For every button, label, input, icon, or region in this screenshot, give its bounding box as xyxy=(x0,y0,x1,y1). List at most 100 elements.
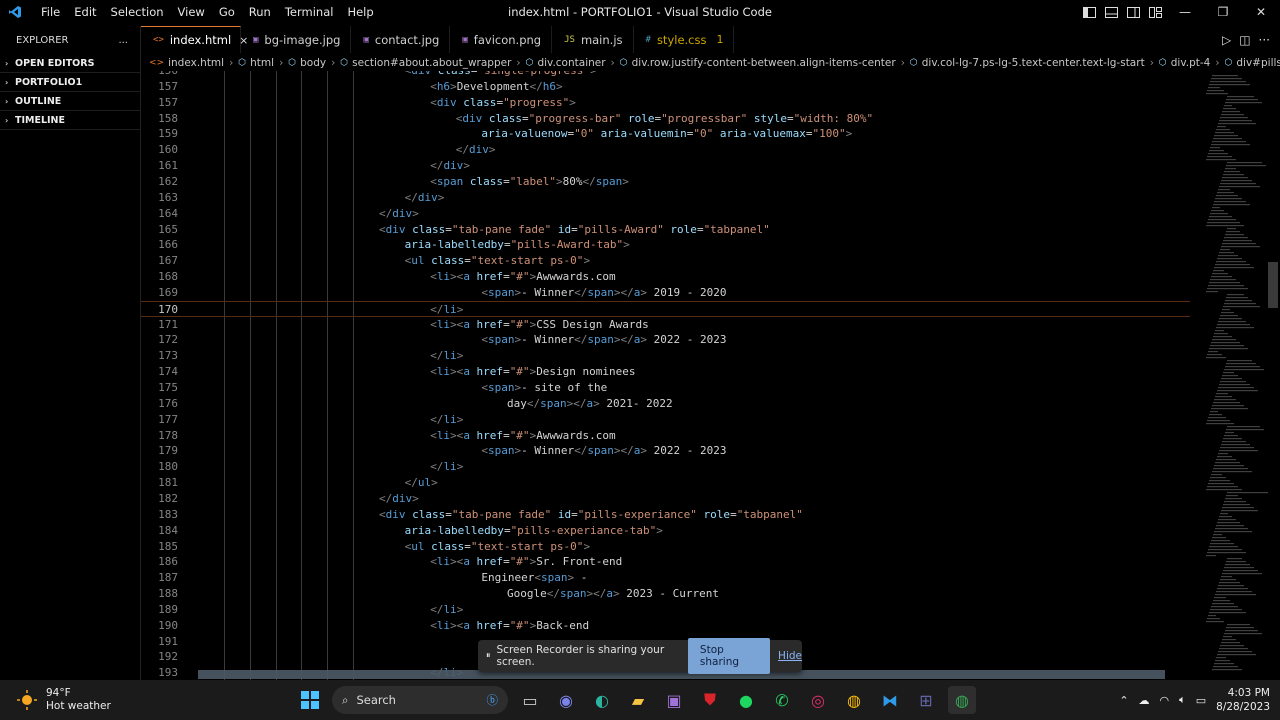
edge-icon[interactable]: ◐ xyxy=(588,686,616,714)
code-line[interactable]: 187 Engineer<span> - xyxy=(141,570,1190,586)
tab-style-css[interactable]: # style.css 1 xyxy=(634,26,735,53)
breadcrumb-item[interactable]: › ⬡div#pills-tabContent xyxy=(1210,57,1280,69)
code-line[interactable]: 159 aria-valuenow="0" aria-valuemin="0" a… xyxy=(141,126,1190,142)
maximize-button[interactable]: ❐ xyxy=(1204,0,1242,24)
breadcrumb-item[interactable]: › ⬡ div.col-lg-7.ps-lg-5.text-center.text-… xyxy=(896,57,1145,69)
chrome-active-icon[interactable]: ◍ xyxy=(948,686,976,714)
menu-item-selection[interactable]: Selection xyxy=(104,5,171,19)
breadcrumb-item[interactable]: › ⬡ body xyxy=(274,57,326,69)
minimize-button[interactable]: — xyxy=(1166,0,1204,24)
wifi-icon[interactable]: ◠ xyxy=(1160,694,1170,707)
menu-item-go[interactable]: Go xyxy=(212,5,242,19)
code-line[interactable]: 163 </div> xyxy=(141,190,1190,206)
task-view-icon[interactable]: ▭ xyxy=(516,686,544,714)
menu-item-edit[interactable]: Edit xyxy=(67,5,103,19)
code-line[interactable]: 164 </div> xyxy=(141,206,1190,222)
menu-item-file[interactable]: File xyxy=(34,5,67,19)
tab-bg-image-jpg[interactable]: ▣ bg-image.jpg xyxy=(241,26,352,53)
sidebar-section-timeline[interactable]: › TIMELINE xyxy=(0,111,140,130)
more-actions-icon[interactable]: ... xyxy=(118,35,128,46)
code-line[interactable]: 168 <li><a href="#">Awwwards.com xyxy=(141,269,1190,285)
volume-icon[interactable]: 🔈︎ xyxy=(1179,693,1186,707)
spotify-icon[interactable]: ● xyxy=(732,686,760,714)
code-line[interactable]: 161 </div> xyxy=(141,158,1190,174)
tab-index-html[interactable]: <> index.html × xyxy=(141,26,248,53)
code-line[interactable]: 169 <span>- Winner</span></a> 2019 - 2020 xyxy=(141,285,1190,301)
stop-sharing-button[interactable]: Stop sharing xyxy=(687,638,771,674)
whatsapp-icon[interactable]: ✆ xyxy=(768,686,796,714)
breadcrumb-item[interactable]: › ⬡ html xyxy=(224,57,274,69)
teams-chat-icon[interactable]: ◉ xyxy=(552,686,580,714)
code-line[interactable]: 188 Google</span></a> 2023 - Current xyxy=(141,586,1190,602)
chevron-up-icon[interactable]: ⌃ xyxy=(1119,694,1128,707)
code-line[interactable]: 173 </li> xyxy=(141,348,1190,364)
menu-item-terminal[interactable]: Terminal xyxy=(278,5,341,19)
breadcrumb-item[interactable]: › ⬡ div.row.justify-content-between.align-… xyxy=(606,57,896,69)
battery-icon[interactable]: ▭ xyxy=(1196,694,1206,707)
toggle-panel-icon[interactable] xyxy=(1100,0,1122,24)
code-line[interactable]: 174 <li><a href="#">Design nominees xyxy=(141,364,1190,380)
breadcrumb-item[interactable]: › ⬡ div.container xyxy=(511,57,605,69)
code-line[interactable]: 176 day</span></a> 2021- 2022 xyxy=(141,396,1190,412)
file-explorer-icon[interactable]: ▰ xyxy=(624,686,652,714)
code-line[interactable]: 180 </li> xyxy=(141,459,1190,475)
code-line[interactable]: 171 <li><a href="#">CSS Design Awards xyxy=(141,317,1190,333)
code-line[interactable]: 166 aria-labelledby="pills-Award-tab"> xyxy=(141,237,1190,253)
visual-studio-icon[interactable]: ▣ xyxy=(660,686,688,714)
code-line[interactable]: 178 <li><a href="#">Awwwards.com xyxy=(141,428,1190,444)
tab-favicon-png[interactable]: ▣ favicon.png xyxy=(450,26,553,53)
code-line[interactable]: 183 <div class="tab-pane fade" id="pills-… xyxy=(141,507,1190,523)
code-editor[interactable]: 156<div class="single-progress">157<h6>D… xyxy=(141,71,1200,680)
vertical-scrollbar[interactable] xyxy=(1268,262,1278,308)
more-editor-actions-icon[interactable]: ··· xyxy=(1259,33,1270,47)
code-line[interactable]: 182 </div> xyxy=(141,491,1190,507)
close-window-button[interactable]: ✕ xyxy=(1242,0,1280,24)
tab-contact-jpg[interactable]: ▣ contact.jpg xyxy=(351,26,451,53)
weather-widget[interactable]: 94°F Hot weather xyxy=(0,687,216,713)
chrome-icon[interactable]: ◍ xyxy=(840,686,868,714)
code-line[interactable]: 179 <span>- Winner</span></a> 2022 - 2023 xyxy=(141,443,1190,459)
breadcrumb-item[interactable]: › ⬡ section#about.about_wrapper xyxy=(326,57,511,69)
vscode-taskbar-icon[interactable]: ⧓ xyxy=(876,686,904,714)
code-line[interactable]: 185 <ul class="text-start ps-0"> xyxy=(141,539,1190,555)
sidebar-section-portfolio1[interactable]: › PORTFOLIO1 xyxy=(0,73,140,92)
breadcrumb-item[interactable]: <> index.html xyxy=(149,57,224,69)
code-line[interactable]: 156 <div class="single-progress"> xyxy=(141,71,1190,79)
code-line[interactable]: 186 <li><a href="#">Sr. Front-end xyxy=(141,554,1190,570)
code-line[interactable]: 184 aria-labelledby="pills-experiance-tab… xyxy=(141,523,1190,539)
menu-item-help[interactable]: Help xyxy=(340,5,380,19)
toggle-secondary-sidebar-icon[interactable] xyxy=(1122,0,1144,24)
breadcrumb-item[interactable]: › ⬡ div.pt-4 xyxy=(1145,57,1211,69)
sidebar-section-outline[interactable]: › OUTLINE xyxy=(0,92,140,111)
code-line[interactable]: 157 <div class="progress"> xyxy=(141,95,1190,111)
code-line[interactable]: 167 <ul class="text-start ps-0"> xyxy=(141,253,1190,269)
menu-item-view[interactable]: View xyxy=(171,5,212,19)
tab-main-js[interactable]: JS main.js xyxy=(552,26,634,53)
code-line[interactable]: 170 </li> xyxy=(141,300,1190,317)
code-line[interactable]: 190 <li><a href="#">Back-end xyxy=(141,618,1190,634)
code-line[interactable]: 189 </li> xyxy=(141,602,1190,618)
code-line[interactable]: 160 </div> xyxy=(141,142,1190,158)
clock[interactable]: 4:03 PM 8/28/2023 xyxy=(1216,686,1270,714)
start-button[interactable] xyxy=(296,686,324,714)
code-line[interactable]: 177 </li> xyxy=(141,412,1190,428)
code-line[interactable]: 158 <div class="progress-bar" role="progr… xyxy=(141,111,1190,127)
minimap[interactable] xyxy=(1200,71,1268,680)
teams-icon[interactable]: ⊞ xyxy=(912,686,940,714)
run-icon[interactable]: ▷ xyxy=(1222,33,1231,47)
code-line[interactable]: 157 <h6>Development</h6> xyxy=(141,79,1190,95)
code-line[interactable]: 181 </ul> xyxy=(141,475,1190,491)
customize-layout-icon[interactable] xyxy=(1144,0,1166,24)
taskbar-search[interactable]: ⌕ Search ⓑ xyxy=(332,686,508,714)
code-line[interactable]: 165 <div class="tab-pane fade" id="pills-… xyxy=(141,222,1190,238)
split-editor-icon[interactable]: ◫ xyxy=(1239,33,1250,47)
hide-link[interactable]: Hide xyxy=(778,650,802,662)
code-line[interactable]: 162 <span class="label">80%</span> xyxy=(141,174,1190,190)
onedrive-icon[interactable]: ☁ xyxy=(1139,694,1150,707)
toggle-primary-sidebar-icon[interactable] xyxy=(1078,0,1100,24)
mcafee-icon[interactable]: ⛊ xyxy=(696,686,724,714)
instagram-icon[interactable]: ◎ xyxy=(804,686,832,714)
code-line[interactable]: 175 <span>- site of the xyxy=(141,380,1190,396)
sidebar-section-open-editors[interactable]: › OPEN EDITORS xyxy=(0,54,140,73)
code-line[interactable]: 172 <span>- Winner</span></a> 2022 - 2023 xyxy=(141,332,1190,348)
